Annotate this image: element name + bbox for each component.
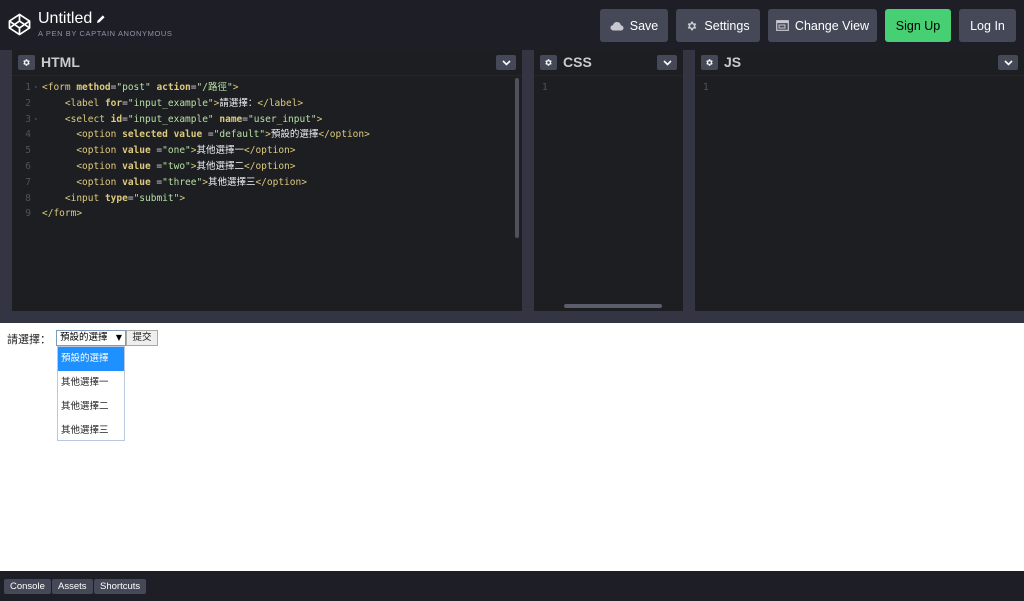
js-code-editor[interactable]: 1 <box>695 75 1024 311</box>
line-number: 9 <box>25 208 31 220</box>
html-pane-header: HTML <box>12 50 522 75</box>
select-option[interactable]: 其他選擇二 <box>58 395 124 419</box>
css-editor-pane: CSS 1 <box>534 50 683 311</box>
dropdown-arrow-icon: ▼ <box>115 333 122 342</box>
css-settings-button[interactable] <box>540 55 557 70</box>
editor-area: HTML 1 ▾ <form method = "post" action = "/路徑" >… <box>0 50 1024 311</box>
html-code-editor[interactable]: 1 ▾ <form method = "post" action = "/路徑" > 2 <l… <box>12 75 522 311</box>
change-view-label: Change View <box>794 18 870 33</box>
console-button[interactable]: Console <box>4 579 51 594</box>
css-pane-header: CSS <box>534 50 683 75</box>
js-editor-pane: JS 1 <box>695 50 1024 311</box>
log-in-label: Log In <box>970 18 1005 33</box>
html-settings-button[interactable] <box>18 55 35 70</box>
line-number: 6 <box>25 160 31 172</box>
settings-label: Settings <box>704 18 750 33</box>
line-number: 4 <box>25 129 31 141</box>
assets-button[interactable]: Assets <box>52 579 93 594</box>
line-number: 3 <box>25 113 31 125</box>
app-footer: Console Assets Shortcuts <box>0 571 1024 601</box>
select-option[interactable]: 其他選擇三 <box>58 419 124 443</box>
pen-title-block: Untitled A PEN BY CAPTAIN ANONYMOUS <box>38 9 173 39</box>
codepen-logo-icon[interactable] <box>8 13 31 36</box>
code-line: 3 ▾ <select id = "input_example" name = "user… <box>12 112 370 128</box>
css-code-editor[interactable]: 1 <box>534 75 683 311</box>
html-editor-pane: HTML 1 ▾ <form method = "post" action = "/路徑" >… <box>12 50 522 311</box>
js-pane-title: JS <box>724 54 742 70</box>
css-collapse-button[interactable] <box>657 55 677 70</box>
save-label: Save <box>629 18 659 33</box>
gear-icon <box>545 59 552 66</box>
js-pane-header: JS <box>695 50 1024 75</box>
select-option[interactable]: 其他選擇一 <box>58 371 124 395</box>
gear-icon <box>688 21 697 30</box>
pen-title[interactable]: Untitled <box>38 9 173 29</box>
result-preview: 請選擇： 預設的選擇 ▼ 提交 預設的選擇 其他選擇一 其他選擇二 其他選擇三 <box>0 323 1024 571</box>
pencil-icon[interactable] <box>96 14 106 24</box>
html-pane-title: HTML <box>41 54 80 70</box>
select-dropdown-list: 預設的選擇 其他選擇一 其他選擇二 其他選擇三 <box>57 346 125 441</box>
save-button[interactable]: Save <box>600 9 668 42</box>
select-option[interactable]: 預設的選擇 <box>58 347 124 371</box>
html-collapse-button[interactable] <box>496 55 516 70</box>
line-number: 7 <box>25 176 31 188</box>
js-collapse-button[interactable] <box>998 55 1018 70</box>
log-in-button[interactable]: Log In <box>959 9 1016 42</box>
user-input-select[interactable]: 預設的選擇 ▼ <box>56 330 126 346</box>
chevron-down-icon <box>501 59 511 66</box>
left-edge <box>0 50 12 311</box>
line-number: 1 <box>25 82 31 93</box>
pen-author: A PEN BY CAPTAIN ANONYMOUS <box>38 29 173 38</box>
code-line: 7 <option value = "three" > 其他選擇三 </option> <box>12 175 370 191</box>
gear-icon <box>23 59 30 66</box>
code-line: 2 <label for = "input_example" > 請選擇： </label… <box>12 96 370 112</box>
line-number: 8 <box>25 192 31 204</box>
line-number: 1 <box>703 82 709 93</box>
line-number: 1 <box>542 82 548 93</box>
cloud-icon <box>610 21 624 30</box>
code-line: 8 <input type = "submit" > <box>12 191 370 207</box>
code-line: 1 ▾ <form method = "post" action = "/路徑" > <box>12 80 370 96</box>
select-value: 預設的選擇 <box>60 332 108 343</box>
css-pane-title: CSS <box>563 54 592 70</box>
gear-icon <box>706 59 713 66</box>
layout-icon <box>776 20 789 31</box>
html-code: 1 ▾ <form method = "post" action = "/路徑" > 2 <l… <box>12 80 370 222</box>
select-label: 請選擇： <box>7 333 51 346</box>
change-view-button[interactable]: Change View <box>768 9 877 42</box>
code-line: 6 <option value = "two" > 其他選擇二 </option> <box>12 159 370 175</box>
sign-up-button[interactable]: Sign Up <box>885 9 951 42</box>
fold-arrow-icon[interactable]: ▾ <box>34 80 42 96</box>
fold-arrow-icon[interactable]: ▾ <box>34 112 42 128</box>
result-resizer[interactable] <box>0 311 1024 323</box>
js-settings-button[interactable] <box>701 55 718 70</box>
pane-resizer-css-js[interactable] <box>683 50 695 311</box>
css-horizontal-scrollbar[interactable] <box>564 304 662 308</box>
shortcuts-button[interactable]: Shortcuts <box>94 579 147 594</box>
pen-title-text[interactable]: Untitled <box>38 9 92 29</box>
chevron-down-icon <box>1003 59 1013 66</box>
line-number: 5 <box>25 145 31 157</box>
settings-button[interactable]: Settings <box>676 9 760 42</box>
html-vertical-scrollbar[interactable] <box>515 78 519 238</box>
code-line: 9 </form> <box>12 206 370 222</box>
submit-button[interactable]: 提交 <box>126 330 158 346</box>
line-number: 2 <box>25 97 31 109</box>
code-line: 4 <option selected value = "default" > 預設的選… <box>12 127 370 143</box>
code-line: 5 <option value = "one" > 其他選擇一 </option> <box>12 143 370 159</box>
pane-resizer-html-css[interactable] <box>522 50 534 311</box>
sign-up-label: Sign Up <box>895 18 941 33</box>
chevron-down-icon <box>662 59 672 66</box>
app-header: Untitled A PEN BY CAPTAIN ANONYMOUS Save… <box>0 0 1024 50</box>
